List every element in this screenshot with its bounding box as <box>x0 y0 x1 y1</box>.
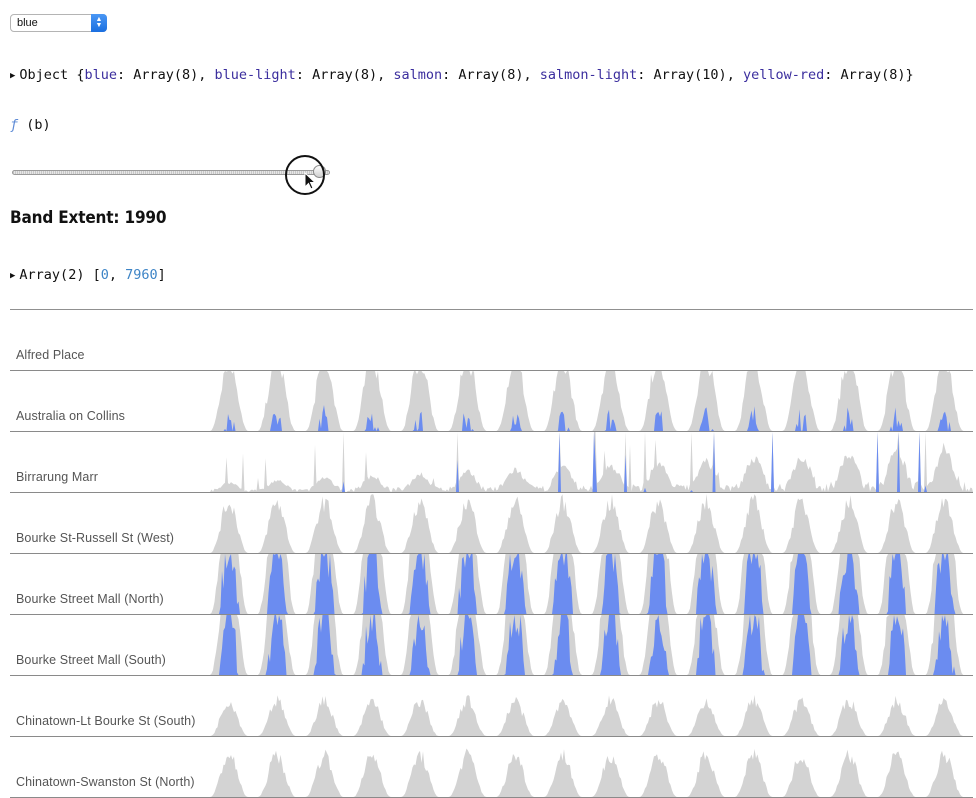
object-entry: salmon: Array(8) <box>393 67 524 83</box>
object-inspector[interactable]: ▶ Object {blue: Array(8), blue-light: Arr… <box>10 67 914 83</box>
expand-triangle-icon[interactable]: ▶ <box>10 271 15 281</box>
band-1-area <box>210 432 973 492</box>
row-label: Bourke Street Mall (South) <box>16 653 166 667</box>
row-label: Bourke Street Mall (North) <box>16 592 164 606</box>
palette-select-value: blue <box>17 16 38 29</box>
array-inspector[interactable]: ▶ Array(2) [0, 7960] <box>10 267 166 283</box>
palette-select[interactable]: blue ▲ ▼ <box>10 14 107 32</box>
object-entry: blue: Array(8) <box>84 67 199 83</box>
horizon-row: Bourke St-Russell St (West) <box>10 493 973 554</box>
object-entry: salmon-light: Array(10) <box>539 67 727 83</box>
array-separator: , <box>108 267 126 283</box>
horizon-row: Australia on Collins <box>10 371 973 432</box>
row-label: Chinatown-Lt Bourke St (South) <box>16 714 196 728</box>
function-glyph: ƒ <box>10 117 19 133</box>
select-arrows-icon: ▲ ▼ <box>91 14 107 32</box>
array-suffix: ] <box>157 267 166 283</box>
row-label: Australia on Collins <box>16 409 125 423</box>
horizon-row: Birrarung Marr <box>10 432 973 493</box>
band-1-area <box>210 694 973 736</box>
object-entry: blue-light: Array(8) <box>214 67 378 83</box>
object-entry: yellow-red: Array(8) <box>742 67 906 83</box>
function-params: (b) <box>26 117 51 133</box>
expand-triangle-icon[interactable]: ▶ <box>10 71 15 81</box>
horizon-row: Alfred Place <box>10 310 973 371</box>
band-extent-slider[interactable] <box>12 170 330 175</box>
horizon-row-chart <box>210 371 973 431</box>
band-1-area <box>210 493 973 553</box>
horizon-row-chart <box>10 310 973 371</box>
horizon-row: Bourke Street Mall (North) <box>10 554 973 615</box>
horizon-row: Chinatown-Swanston St (North) <box>10 737 973 798</box>
function-inspector: ƒ (b) <box>10 117 51 133</box>
object-prefix: Object { <box>19 67 85 83</box>
row-label: Chinatown-Swanston St (North) <box>16 775 195 789</box>
object-suffix: } <box>905 67 914 83</box>
row-label: Birrarung Marr <box>16 470 98 484</box>
row-label: Bourke St-Russell St (West) <box>16 531 175 545</box>
array-value-max: 7960 <box>125 267 158 283</box>
array-prefix: Array(2) [ <box>19 267 101 283</box>
horizon-row: Bourke Street Mall (South) <box>10 615 973 676</box>
row-label: Alfred Place <box>16 348 85 362</box>
mouse-pointer-icon <box>304 172 316 190</box>
horizon-row-chart <box>210 432 973 492</box>
array-value-min: 0 <box>100 267 109 283</box>
horizon-row: Chinatown-Lt Bourke St (South) <box>10 676 973 737</box>
band-1-area <box>210 748 973 797</box>
band-extent-title: Band Extent: 1990 <box>10 208 167 228</box>
